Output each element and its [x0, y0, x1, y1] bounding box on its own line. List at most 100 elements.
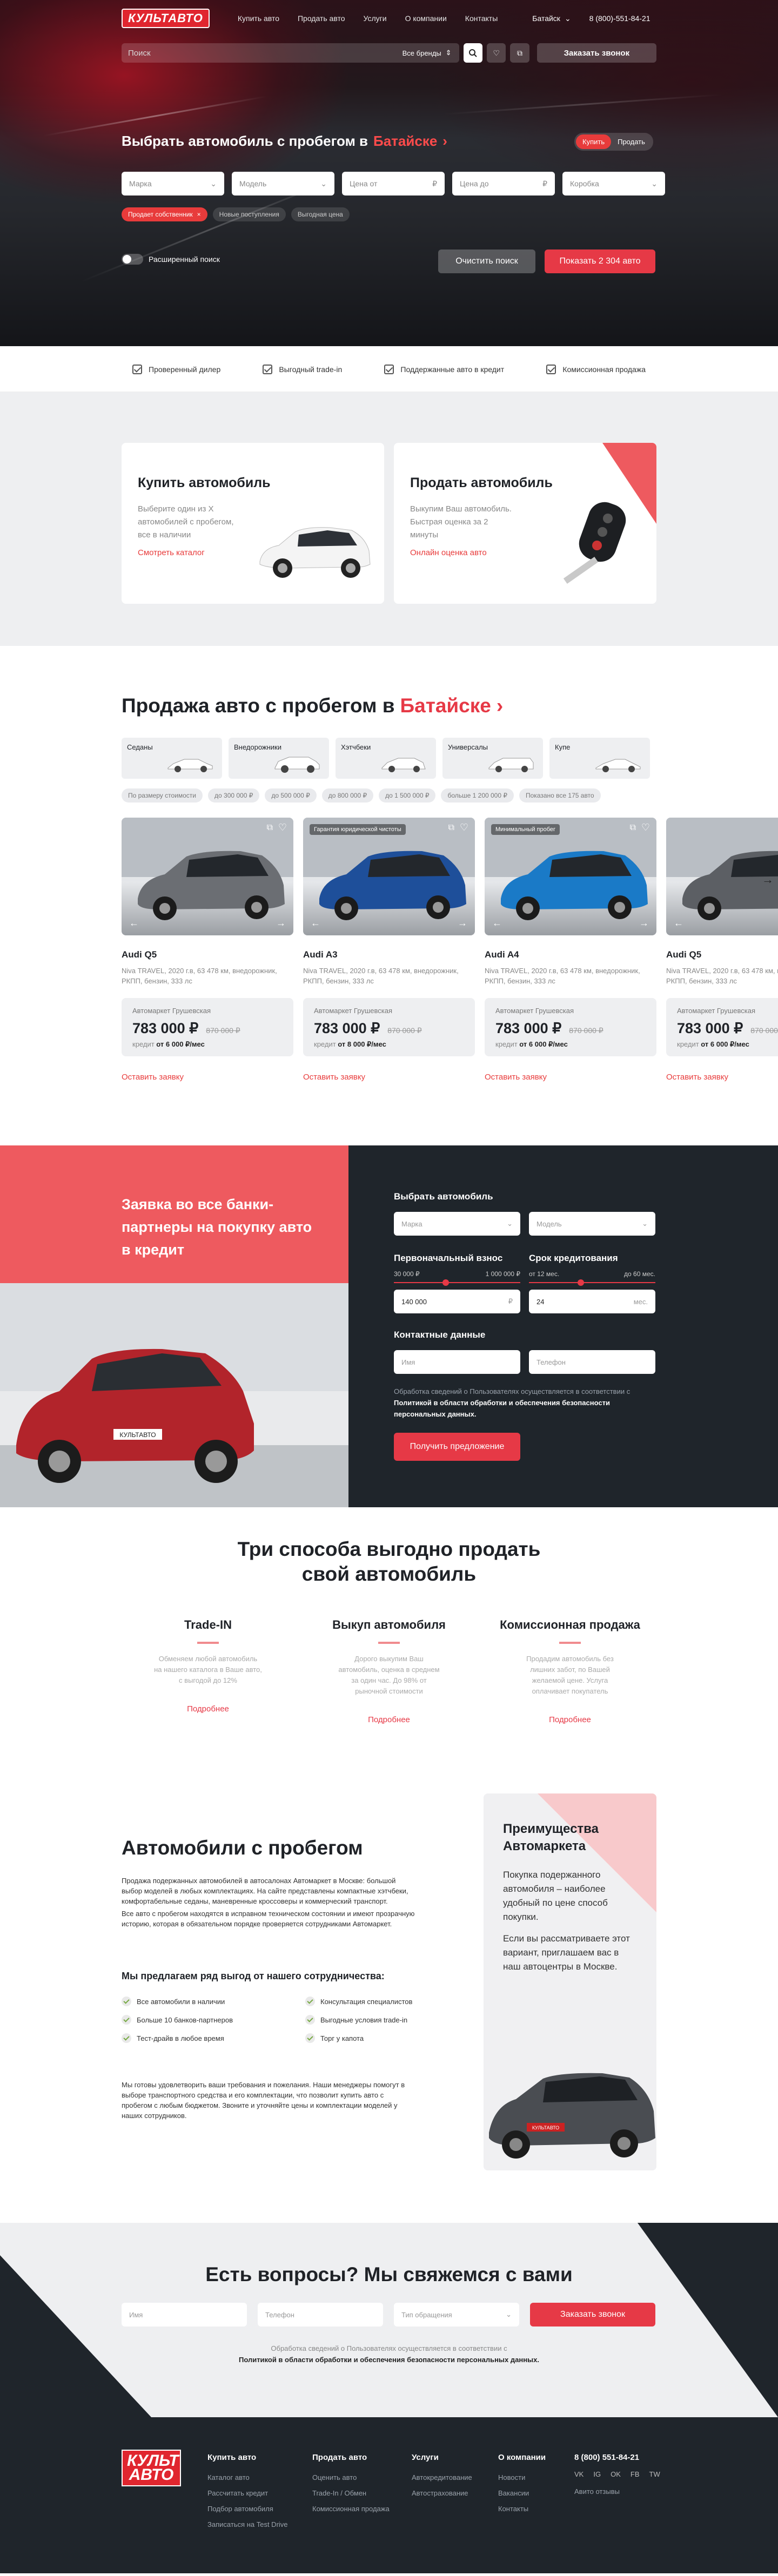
heart-icon[interactable]: ♡ [460, 822, 468, 833]
avito-reviews-link[interactable]: Авито отзывы [574, 2487, 620, 2496]
category-hatchback[interactable]: Хэтчбеки [336, 738, 436, 779]
car-photo[interactable]: Гарантия юридической чистоты ⧉ ♡ ← → [303, 818, 475, 935]
leave-request-link[interactable]: Оставить заявку [122, 1073, 293, 1082]
odnoklassniki-icon[interactable]: OK [611, 2470, 621, 2478]
down-payment-input[interactable]: 140 000 ₽ [394, 1290, 520, 1313]
heart-icon[interactable]: ♡ [641, 822, 650, 833]
nav-item-contacts[interactable]: Контакты [465, 14, 498, 23]
buy-car-card[interactable]: Купить автомобиль Выберите один из X авт… [122, 443, 384, 604]
car-name[interactable]: Audi A3 [303, 949, 475, 960]
car-card[interactable]: ⧉♡←→Audi Q5Nivа TRAVEL, 2020 г.в, 63 478… [666, 818, 778, 1082]
nav-item-services[interactable]: Услуги [364, 14, 387, 23]
brand-filter-dropdown[interactable]: Все бренды ⇕ [395, 49, 459, 57]
chevron-left-icon[interactable]: ← [674, 918, 683, 929]
more-link[interactable]: Подробнее [122, 1704, 294, 1714]
more-link[interactable]: Подробнее [303, 1715, 475, 1724]
footer-link[interactable]: Рассчитать кредит [207, 2485, 288, 2501]
leave-request-link[interactable]: Оставить заявку [485, 1073, 656, 1082]
category-coupe[interactable]: Купе [549, 738, 650, 779]
search-input[interactable] [128, 48, 395, 58]
callback-name-input[interactable]: Имя [122, 2303, 247, 2327]
clear-search-button[interactable]: Очистить поиск [438, 249, 535, 273]
call-request-button[interactable]: Заказать звонок [536, 43, 656, 63]
price-chip[interactable]: до 300 000 ₽ [208, 788, 260, 803]
leave-request-link[interactable]: Оставить заявку [666, 1073, 778, 1082]
callback-button[interactable]: Заказать звонок [530, 2303, 655, 2327]
price-to-input[interactable]: Цена до ₽ [452, 172, 555, 195]
callback-phone-input[interactable]: Телефон [258, 2303, 383, 2327]
nav-item-about[interactable]: О компании [405, 14, 447, 23]
credit-make-select[interactable]: Марка ⌄ [394, 1212, 520, 1236]
car-card[interactable]: Гарантия юридической чистоты ⧉ ♡ ← → Audi A3 N… [303, 818, 475, 1082]
header-phone[interactable]: 8 (800)-551-84-21 [589, 14, 650, 23]
footer-link[interactable]: Контакты [498, 2501, 546, 2517]
footer-link[interactable]: Вакансии [498, 2485, 546, 2501]
credit-term-input[interactable]: 24 мес. [529, 1290, 655, 1313]
leave-request-link[interactable]: Оставить заявку [303, 1073, 475, 1082]
model-select[interactable]: Модель ⌄ [232, 172, 334, 195]
facebook-icon[interactable]: FB [631, 2470, 640, 2478]
price-chip[interactable]: Показано все 175 авто [519, 788, 601, 803]
price-chip[interactable]: до 500 000 ₽ [265, 788, 317, 803]
car-name[interactable]: Audi A4 [485, 949, 656, 960]
car-photo[interactable]: ⧉ ♡ ← → [122, 818, 293, 935]
price-from-input[interactable]: Цена от ₽ [342, 172, 445, 195]
show-results-button[interactable]: Показать 2 304 авто [545, 249, 655, 273]
car-photo[interactable]: ⧉♡←→ [666, 818, 778, 935]
chevron-right-icon[interactable]: → [639, 918, 649, 929]
policy-link[interactable]: Политикой в области обработки и обеспече… [239, 2356, 539, 2364]
footer-link[interactable]: Подбор автомобиля [207, 2501, 288, 2517]
brand-logo[interactable]: КУЛЬТАВТО [122, 9, 210, 28]
city-selector[interactable]: Батайск ⌄ [532, 14, 571, 23]
chevron-left-icon[interactable]: ← [129, 918, 139, 929]
catalog-link[interactable]: Смотреть каталог [138, 548, 205, 557]
policy-link[interactable]: Политикой в области обработки и обеспече… [394, 1399, 610, 1418]
compare-icon[interactable]: ⧉ [630, 823, 636, 833]
instagram-icon[interactable]: IG [593, 2470, 601, 2478]
category-sedan[interactable]: Седаны [122, 738, 222, 779]
chevron-right-icon[interactable]: → [458, 918, 467, 929]
credit-name-input[interactable]: Имя [394, 1350, 520, 1374]
sale-title-city[interactable]: Батайске [400, 694, 491, 717]
footer-phone[interactable]: 8 (800) 551-84-21 [574, 2453, 639, 2462]
compare-icon[interactable]: ⧉ [448, 823, 454, 833]
credit-model-select[interactable]: Модель ⌄ [529, 1212, 655, 1236]
compare-button[interactable]: ⧉ [510, 43, 529, 63]
chevron-left-icon[interactable]: ← [311, 918, 320, 929]
car-name[interactable]: Audi Q5 [666, 949, 778, 960]
price-chip[interactable]: до 1 500 000 ₽ [379, 788, 436, 803]
request-type-select[interactable]: Тип обращения ⌄ [394, 2303, 519, 2327]
chevron-left-icon[interactable]: ← [492, 918, 502, 929]
footer-link[interactable]: Оценить авто [312, 2470, 390, 2485]
category-wagon[interactable]: Универсалы [442, 738, 543, 779]
footer-link[interactable]: Автострахование [412, 2485, 472, 2501]
credit-phone-input[interactable]: Телефон [529, 1350, 655, 1374]
vk-icon[interactable]: VK [574, 2470, 584, 2478]
gearbox-select[interactable]: Коробка ⌄ [562, 172, 665, 195]
chip-owner-sells[interactable]: Продает собственник × [122, 207, 207, 221]
category-suv[interactable]: Внедорожники [229, 738, 329, 779]
carousel-next-arrow[interactable]: → [762, 873, 774, 887]
toggle-buy[interactable]: Купить [576, 134, 612, 149]
online-valuation-link[interactable]: Онлайн оценка авто [410, 548, 487, 557]
more-link[interactable]: Подробнее [484, 1715, 656, 1724]
footer-link[interactable]: Автокредитование [412, 2470, 472, 2485]
footer-link[interactable]: Каталог авто [207, 2470, 288, 2485]
close-icon[interactable]: × [197, 211, 201, 218]
hero-title-city[interactable]: Батайске [373, 133, 437, 150]
search-button[interactable] [463, 43, 482, 63]
car-name[interactable]: Audi Q5 [122, 949, 293, 960]
nav-item-buy[interactable]: Купить авто [238, 14, 279, 23]
compare-icon[interactable]: ⧉ [267, 823, 273, 833]
footer-link[interactable]: Комиссионная продажа [312, 2501, 390, 2517]
favorites-button[interactable]: ♡ [486, 43, 506, 63]
sell-car-card[interactable]: Продать автомобиль Выкупим Ваш автомобил… [394, 443, 656, 604]
chip-new-arrivals[interactable]: Новые поступления [212, 207, 286, 221]
footer-link[interactable]: Trade-In / Обмен [312, 2485, 390, 2501]
heart-icon[interactable]: ♡ [278, 822, 287, 833]
twitter-icon[interactable]: TW [649, 2470, 660, 2478]
price-chip[interactable]: до 800 000 ₽ [321, 788, 374, 803]
footer-link[interactable]: Записаться на Test Drive [207, 2517, 288, 2532]
chevron-right-icon[interactable]: → [276, 918, 286, 929]
toggle-switch[interactable] [122, 254, 143, 265]
